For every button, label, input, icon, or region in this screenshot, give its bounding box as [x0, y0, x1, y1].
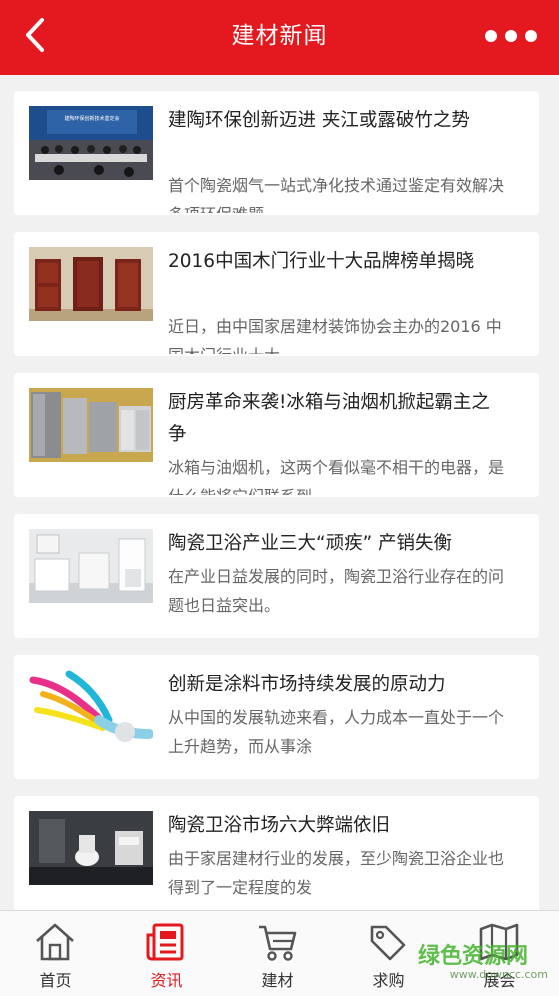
news-icon: [146, 923, 184, 961]
news-title: 2016中国木门行业十大品牌榜单揭晓: [168, 251, 475, 272]
news-item[interactable]: 陶瓷卫浴市场六大弊端依旧 由于家居建材行业的发展，至少陶瓷卫浴企业也得到了一定程…: [14, 796, 539, 910]
top-nav-bar: 建材新闻: [0, 0, 559, 75]
news-thumbnail: [29, 388, 153, 462]
home-icon: [36, 923, 74, 961]
news-summary: 由于家居建材行业的发展，至少陶瓷卫浴企业也得到了一定程度的发: [168, 849, 505, 897]
news-title: 创新是涂料市场持续发展的原动力: [168, 674, 446, 695]
news-thumbnail: [29, 247, 153, 321]
watermark: 绿色资源网 www.downcc.com: [418, 938, 548, 988]
news-thumbnail: [29, 670, 153, 744]
more-dots-icon: [485, 30, 537, 42]
watermark-text: 绿色资源网: [418, 944, 529, 969]
tab-news[interactable]: 资讯: [111, 911, 222, 996]
news-thumbnail: [29, 811, 153, 885]
tab-home[interactable]: 首页: [0, 911, 111, 996]
news-thumbnail: 建陶环保创新技术鉴定会: [29, 106, 153, 180]
news-list: 建陶环保创新技术鉴定会 建陶环保创新迈进 夹江或露破竹之势 首个陶瓷烟气一站式净…: [0, 75, 559, 910]
cart-icon: [259, 925, 297, 961]
tag-icon: [370, 925, 406, 961]
news-title: 建陶环保创新迈进 夹江或露破竹之势: [168, 110, 470, 131]
tab-label: 首页: [39, 971, 72, 990]
news-item[interactable]: 陶瓷卫浴产业三大“顽疾” 产销失衡 在产业日益发展的同时，陶瓷卫浴行业存在的问题…: [14, 514, 539, 638]
news-item[interactable]: 建陶环保创新技术鉴定会 建陶环保创新迈进 夹江或露破竹之势 首个陶瓷烟气一站式净…: [14, 91, 539, 215]
svg-text:建陶环保创新技术鉴定会: 建陶环保创新技术鉴定会: [64, 115, 119, 122]
news-thumbnail: [29, 529, 153, 603]
news-title: 陶瓷卫浴市场六大弊端依旧: [168, 815, 391, 836]
page-title: 建材新闻: [231, 23, 328, 49]
news-summary: 从中国的发展轨迹来看，人力成本一直处于一个上升趋势，而从事涂: [168, 708, 505, 756]
tab-label: 建材: [261, 971, 294, 990]
news-item[interactable]: 厨房革命来袭!冰箱与油烟机掀起霸主之争 冰箱与油烟机，这两个看似毫不相干的电器，…: [14, 373, 539, 497]
news-title: 陶瓷卫浴产业三大“顽疾” 产销失衡: [168, 533, 453, 554]
more-button[interactable]: [481, 24, 541, 48]
news-summary: 近日，由中国家居建材装饰协会主办的2016 中国木门行业十大: [168, 317, 502, 354]
news-title: 厨房革命来袭!冰箱与油烟机掀起霸主之争: [168, 392, 490, 445]
news-item[interactable]: 2016中国木门行业十大品牌榜单揭晓 近日，由中国家居建材装饰协会主办的2016…: [14, 232, 539, 356]
watermark-url: www.downcc.com: [449, 968, 548, 981]
tab-materials[interactable]: 建材: [222, 911, 333, 996]
news-summary: 冰箱与油烟机，这两个看似毫不相干的电器，是什么能将它们联系到: [168, 458, 505, 495]
news-summary: 在产业日益发展的同时，陶瓷卫浴行业存在的问题也日益突出。: [168, 567, 505, 615]
news-summary: 首个陶瓷烟气一站式净化技术通过鉴定有效解决多项环保难题: [168, 176, 505, 213]
news-item[interactable]: 创新是涂料市场持续发展的原动力 从中国的发展轨迹来看，人力成本一直处于一个上升趋…: [14, 655, 539, 779]
tab-label: 资讯: [150, 971, 183, 990]
